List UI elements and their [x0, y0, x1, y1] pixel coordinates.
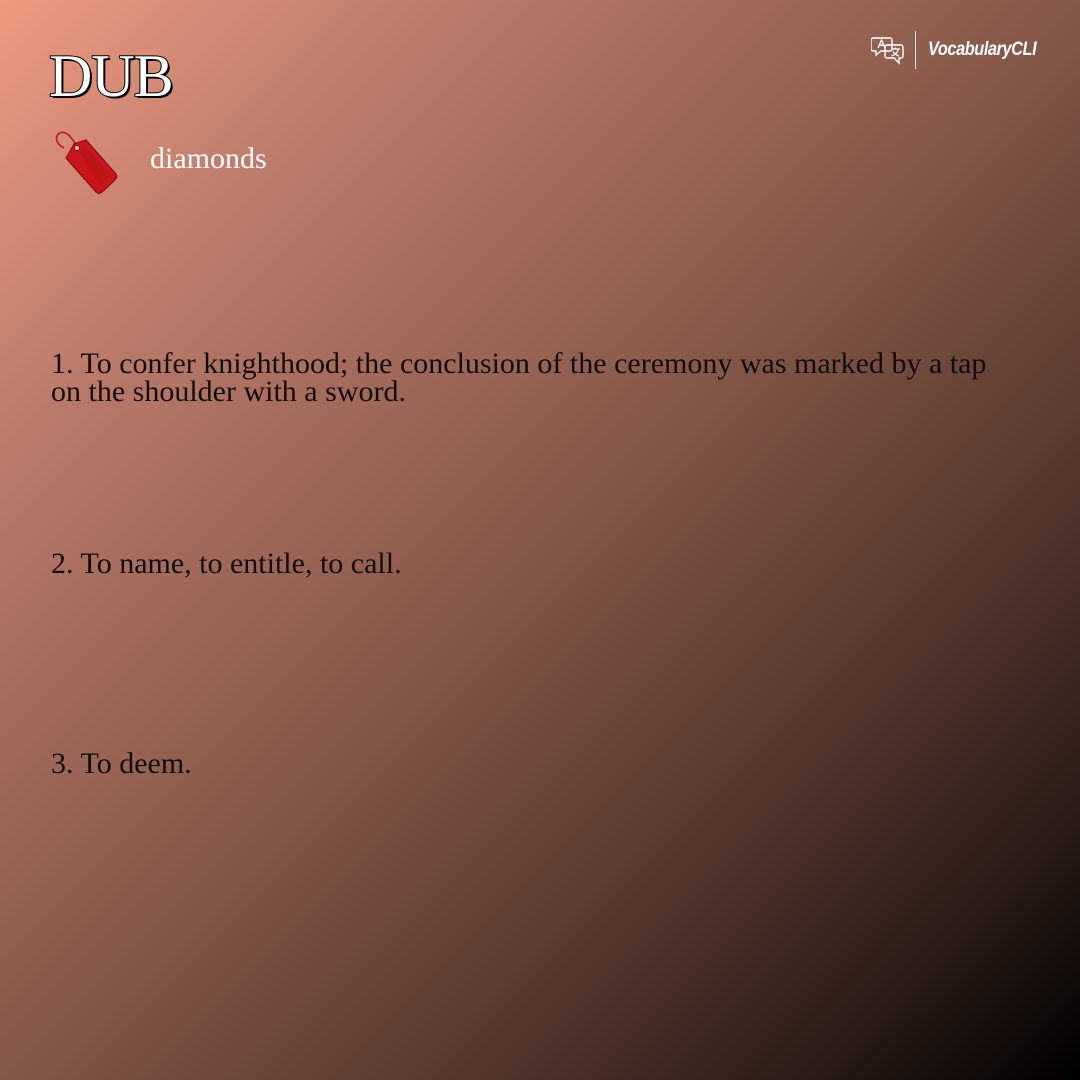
translate-icon: [871, 37, 904, 65]
brand-name: VocabularyCLI: [928, 39, 1037, 60]
brand-logo: VocabularyCLI: [871, 30, 1054, 70]
word-title: DUB: [48, 43, 175, 109]
price-tag-icon: [55, 131, 118, 195]
category-label: diamonds: [150, 142, 267, 175]
category-row: diamonds: [50, 128, 267, 200]
definition-3: 3. To deem.: [51, 747, 192, 780]
definition-2: 2. To name, to entitle, to call.: [51, 547, 402, 580]
definition-1: 1. To confer knighthood; the conclusion …: [51, 347, 987, 408]
brand-divider: [915, 31, 917, 69]
